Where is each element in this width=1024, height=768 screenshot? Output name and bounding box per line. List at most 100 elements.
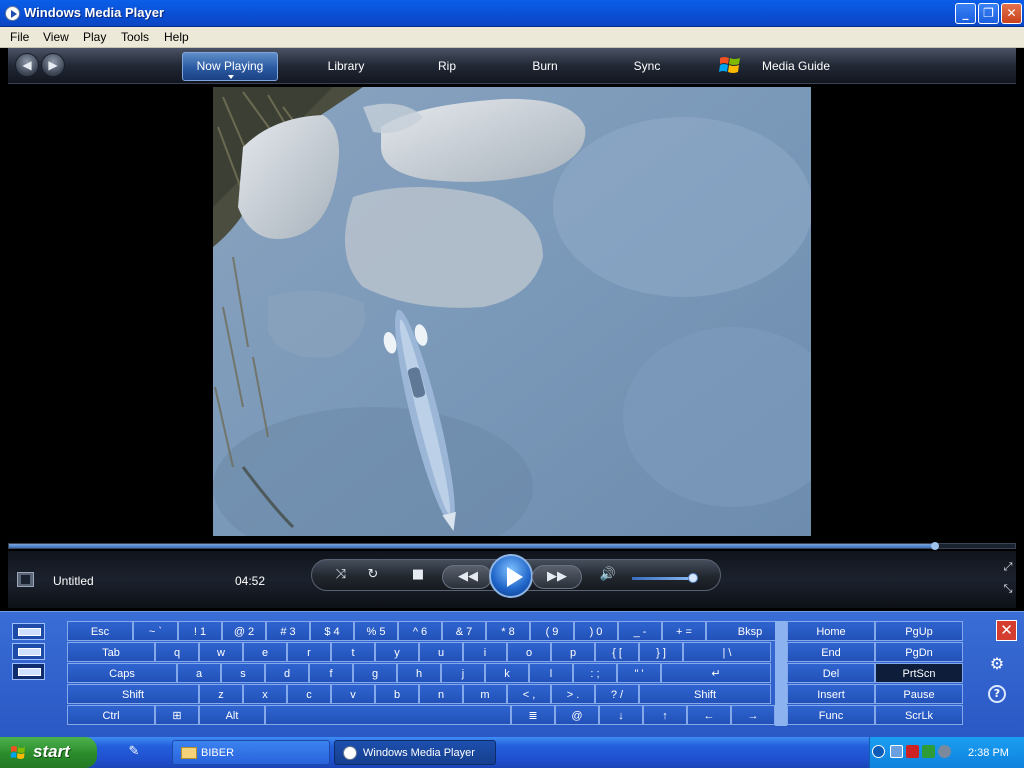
key[interactable]: Shift [67, 684, 199, 704]
keyboard-layout-1-icon[interactable] [12, 623, 45, 640]
key[interactable]: < , [507, 684, 551, 704]
minimize-button[interactable]: _ [955, 3, 976, 24]
menu-tools[interactable]: Tools [121, 30, 149, 44]
key[interactable]: } ] [639, 642, 683, 662]
forward-arrow-icon[interactable]: ▶ [41, 53, 65, 77]
play-button[interactable] [489, 554, 533, 598]
key[interactable]: $ 4 [310, 621, 354, 641]
settings-gear-icon[interactable]: ⚙ [988, 655, 1006, 673]
video-display[interactable] [213, 87, 811, 536]
network-icon[interactable] [890, 745, 903, 758]
key[interactable]: Ctrl [67, 705, 155, 725]
menu-view[interactable]: View [43, 30, 69, 44]
key[interactable]: Tab [67, 642, 155, 662]
key[interactable]: ^ 6 [398, 621, 442, 641]
key[interactable]: Caps [67, 663, 177, 683]
tab-burn[interactable]: Burn [516, 48, 574, 84]
key[interactable]: @ [555, 705, 599, 725]
key[interactable]: f [309, 663, 353, 683]
nav-key[interactable]: ScrLk [875, 705, 963, 725]
wmp-app-icon[interactable] [5, 6, 20, 21]
start-button[interactable]: start [0, 737, 97, 768]
key[interactable]: : ; [573, 663, 617, 683]
menu-help[interactable]: Help [164, 30, 189, 44]
safely-remove-icon[interactable] [922, 745, 935, 758]
key[interactable]: e [243, 642, 287, 662]
volume-slider[interactable] [632, 577, 694, 580]
tray-app-icon[interactable] [906, 745, 919, 758]
key[interactable]: d [265, 663, 309, 683]
full-screen-icon[interactable]: ⤢ [998, 557, 1018, 577]
key[interactable]: ↑ [643, 705, 687, 725]
key[interactable]: c [287, 684, 331, 704]
nav-key[interactable]: PgDn [875, 642, 963, 662]
key[interactable]: z [199, 684, 243, 704]
menu-play[interactable]: Play [83, 30, 106, 44]
nav-key[interactable]: Home [787, 621, 875, 641]
nav-key[interactable]: PrtScn [875, 663, 963, 683]
tab-sync[interactable]: Sync [616, 48, 678, 84]
tray-expand-icon[interactable] [872, 745, 885, 758]
rewind-button[interactable]: ◀◀ [442, 565, 492, 589]
nav-key[interactable]: PgUp [875, 621, 963, 641]
key[interactable]: ⊞ [155, 705, 199, 725]
key[interactable]: w [199, 642, 243, 662]
tab-media-guide[interactable]: Media Guide [748, 48, 844, 84]
key[interactable]: > . [551, 684, 595, 704]
key[interactable]: l [529, 663, 573, 683]
title-bar[interactable]: Windows Media Player _ ❐ ✕ [0, 0, 1024, 27]
key[interactable]: u [419, 642, 463, 662]
quick-launch-icon[interactable]: ✎ [124, 742, 144, 762]
key[interactable]: { [ [595, 642, 639, 662]
key[interactable]: t [331, 642, 375, 662]
keyboard-layout-3-icon[interactable] [12, 663, 45, 680]
restore-button[interactable]: ❐ [978, 3, 999, 24]
key[interactable]: → [731, 705, 775, 725]
key[interactable]: " ' [617, 663, 661, 683]
repeat-icon[interactable]: ↻ [363, 565, 383, 585]
key[interactable]: j [441, 663, 485, 683]
key[interactable]: ? / [595, 684, 639, 704]
key[interactable]: ! 1 [178, 621, 222, 641]
key[interactable]: p [551, 642, 595, 662]
key[interactable]: ( 9 [530, 621, 574, 641]
key[interactable]: r [287, 642, 331, 662]
menu-file[interactable]: File [10, 30, 29, 44]
nav-key[interactable]: Pause [875, 684, 963, 704]
key[interactable]: ← [687, 705, 731, 725]
key[interactable]: i [463, 642, 507, 662]
key[interactable]: ↓ [599, 705, 643, 725]
keyboard-close-button[interactable]: ✕ [996, 620, 1017, 641]
key[interactable]: o [507, 642, 551, 662]
volume-thumb[interactable] [688, 573, 698, 583]
fast-forward-button[interactable]: ▶▶ [532, 565, 582, 589]
key[interactable]: Shift [639, 684, 771, 704]
taskbar-item-biber[interactable]: BIBER [172, 740, 330, 765]
key[interactable]: Alt [199, 705, 265, 725]
key[interactable]: & 7 [442, 621, 486, 641]
keyboard-layout-2-icon[interactable] [12, 643, 45, 660]
key[interactable]: ) 0 [574, 621, 618, 641]
speaker-icon[interactable]: 🔊 [598, 565, 618, 585]
volume-tray-icon[interactable] [938, 745, 951, 758]
key[interactable]: s [221, 663, 265, 683]
tab-library[interactable]: Library [310, 48, 382, 84]
tab-rip[interactable]: Rip [418, 48, 476, 84]
help-icon[interactable]: ? [988, 685, 1006, 703]
key[interactable]: ≣ [511, 705, 555, 725]
nav-key[interactable]: Insert [787, 684, 875, 704]
nav-key[interactable]: Func [787, 705, 875, 725]
key[interactable]: # 3 [266, 621, 310, 641]
key[interactable]: n [419, 684, 463, 704]
key[interactable]: * 8 [486, 621, 530, 641]
key[interactable]: @ 2 [222, 621, 266, 641]
key[interactable]: q [155, 642, 199, 662]
key[interactable]: g [353, 663, 397, 683]
nav-key[interactable]: End [787, 642, 875, 662]
compact-mode-icon[interactable]: ⤡ [998, 579, 1018, 599]
key[interactable]: y [375, 642, 419, 662]
key[interactable]: ↵ [661, 663, 771, 683]
key[interactable]: _ - [618, 621, 662, 641]
nav-key[interactable]: Del [787, 663, 875, 683]
key[interactable]: a [177, 663, 221, 683]
